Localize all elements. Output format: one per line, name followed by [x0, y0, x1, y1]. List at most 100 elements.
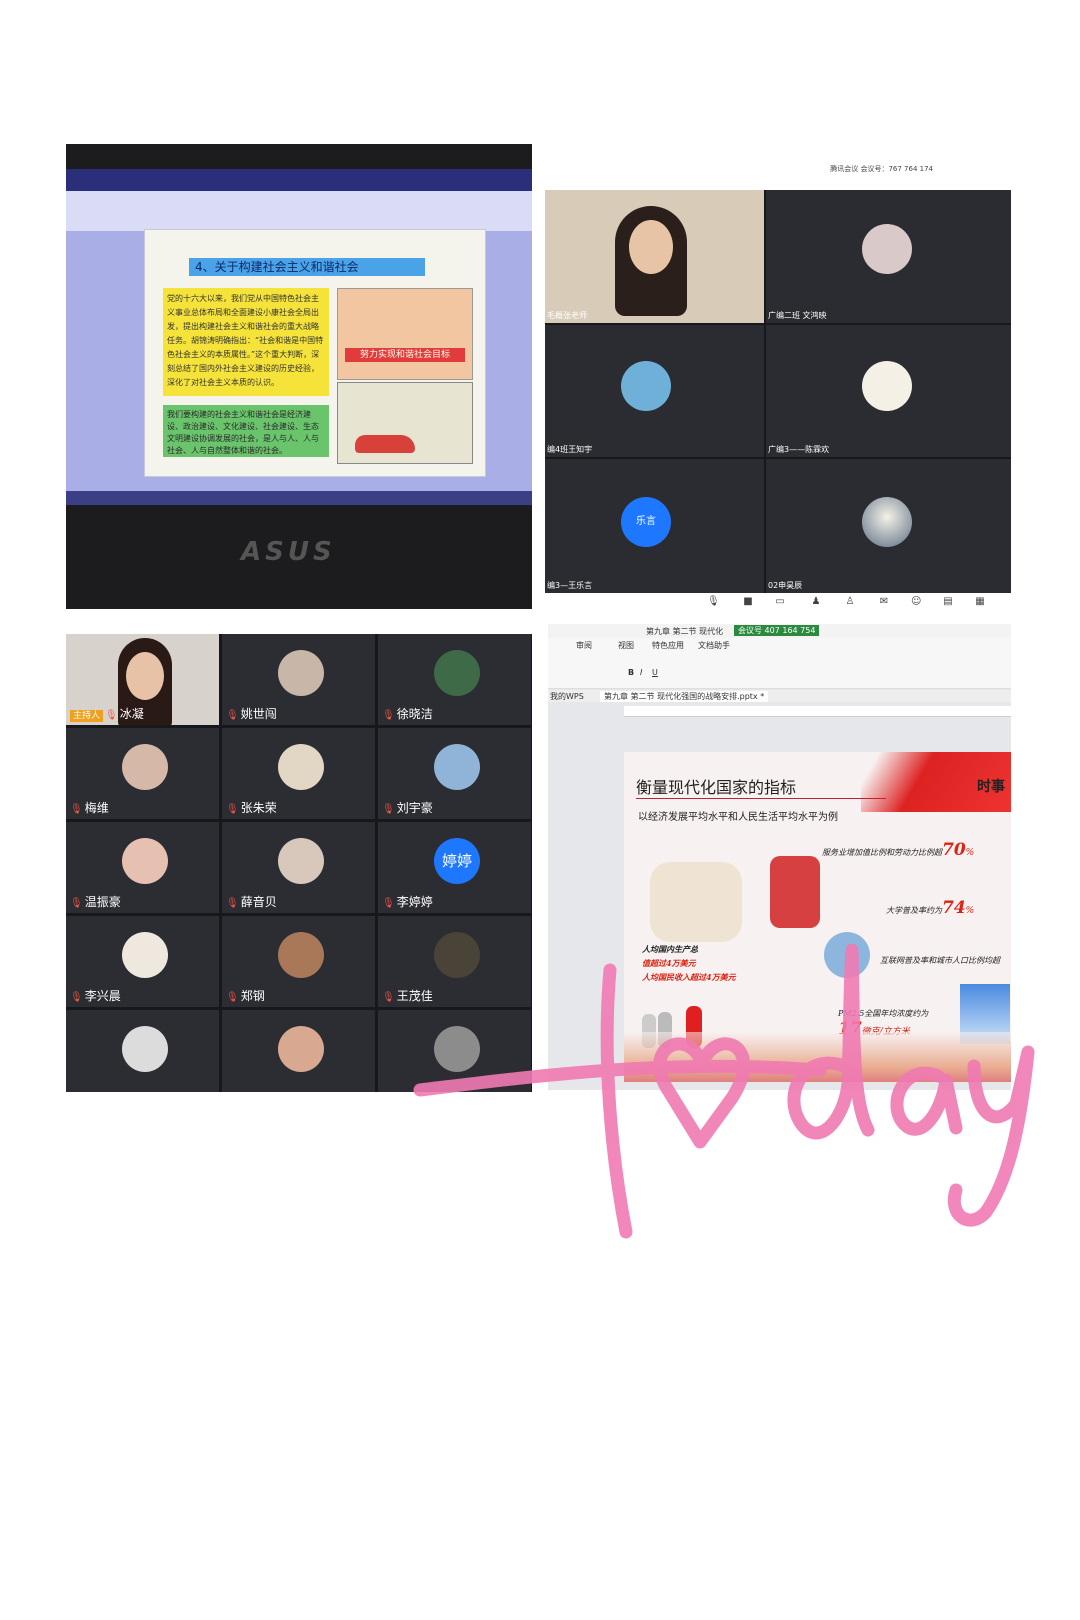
- ribbon-tab[interactable]: 审阅: [576, 640, 592, 651]
- invite-icon[interactable]: ♟: [811, 597, 821, 607]
- laptop-photo-panel: 4、关于构建社会主义和谐社会 党的十六大以来，我们党从中国特色社会主义事业总体布…: [66, 144, 532, 609]
- video-tile[interactable]: 🎙 张朱荣: [222, 728, 375, 819]
- avatar: [862, 361, 912, 411]
- avatar: [278, 744, 324, 790]
- laptop-screen: 4、关于构建社会主义和谐社会 党的十六大以来，我们党从中国特色社会主义事业总体布…: [66, 169, 532, 505]
- avatar: [434, 650, 480, 696]
- video-tile[interactable]: 乐言 编3—王乐言: [545, 459, 764, 593]
- video-tile[interactable]: 毛概张老师: [545, 190, 764, 323]
- ribbon-tab[interactable]: 文档助手: [698, 640, 730, 651]
- reaction-icon[interactable]: ☺: [911, 597, 921, 607]
- meeting-top-bar: [66, 169, 532, 191]
- face: [629, 220, 673, 274]
- participant-name: 🎙 张朱荣: [226, 801, 277, 815]
- cartoon-crowd-image: [337, 288, 473, 380]
- slide-title: 衡量现代化国家的指标: [636, 778, 797, 797]
- mic-icon: 🎙: [105, 710, 118, 721]
- mic-muted-icon: 🎙: [70, 992, 83, 1003]
- video-tile[interactable]: 编4班王知宇: [545, 325, 764, 457]
- slide-title: 4、关于构建社会主义和谐社会: [189, 258, 425, 276]
- video-tile[interactable]: 🎙 梅维: [66, 728, 219, 819]
- apps-icon[interactable]: ▦: [975, 597, 985, 607]
- green-text-box: 我们要构建的社会主义和谐社会是经济建设、政治建设、文化建设、社会建设、生态文明建…: [163, 405, 329, 457]
- avatar: [862, 224, 912, 274]
- participant-name: 🎙 温振豪: [70, 895, 121, 909]
- participant-name: 02申昊辰: [768, 581, 803, 590]
- avatar: [434, 744, 480, 790]
- participant-name: 编3—王乐言: [547, 581, 593, 590]
- members-icon[interactable]: ♙: [845, 597, 855, 607]
- yellow-text-box: 党的十六大以来，我们党从中国特色社会主义事业总体布局和全面建设小康社会全局出发，…: [163, 288, 329, 396]
- doc-tab-home[interactable]: 我的WPS: [550, 691, 584, 702]
- microphone-icon[interactable]: 🎙: [707, 597, 720, 607]
- video-tile[interactable]: [66, 1010, 219, 1092]
- meeting-controls: 🎙 ■ ▭ ♟ ♙ ✉ ☺ ▤ ▦: [545, 593, 1011, 611]
- window-title-bar: 第九章 第二节 现代化 会议号 407 164 754: [548, 624, 1011, 638]
- mic-muted-icon: 🎙: [226, 898, 239, 909]
- video-tile[interactable]: [222, 1010, 375, 1092]
- avatar: [862, 497, 912, 547]
- participant-name: 🎙 刘宇豪: [382, 801, 433, 815]
- participant-name: 毛概张老师: [547, 311, 587, 320]
- ribbon: 审阅 视图 特色应用 文档助手 B I U: [548, 638, 1011, 689]
- video-tile[interactable]: 🎙 徐晓洁: [378, 634, 531, 725]
- italic-button[interactable]: I: [640, 668, 642, 677]
- slide-banner: 努力实现和谐社会目标: [345, 348, 465, 362]
- video-tile[interactable]: 🎙 刘宇豪: [378, 728, 531, 819]
- participant-name: 广编3——陈霖欢: [768, 445, 830, 454]
- avatar: [122, 838, 168, 884]
- mic-muted-icon: 🎙: [382, 710, 395, 721]
- avatar: [122, 1026, 168, 1072]
- participant-name: 主持人 🎙 冰凝: [70, 705, 144, 722]
- video-tile[interactable]: 广编3——陈霖欢: [766, 325, 1011, 457]
- meeting-toolbar: [66, 191, 532, 231]
- today-handwriting: [413, 943, 1035, 1239]
- laptop-logo: ASUS: [241, 537, 336, 567]
- avatar-initials: 乐言: [621, 497, 671, 547]
- slide-logo: 时事: [977, 779, 1005, 795]
- mic-muted-icon: 🎙: [382, 992, 395, 1003]
- stat-service: 服务业增加值比例和劳动力比例超70%: [822, 840, 975, 860]
- video-tile[interactable]: 🎙 温振豪: [66, 822, 219, 913]
- video-tile[interactable]: 主持人 🎙 冰凝: [66, 634, 219, 725]
- doc-tab-active[interactable]: 第九章 第二节 现代化强国的战略安排.pptx *: [600, 691, 769, 702]
- ribbon-tab[interactable]: 特色应用: [652, 640, 684, 651]
- avatar: [278, 932, 324, 978]
- bold-button[interactable]: B: [628, 668, 634, 677]
- video-tile[interactable]: 🎙 郑钢: [222, 916, 375, 1007]
- avatar: [122, 744, 168, 790]
- d-stroke: [787, 943, 875, 1140]
- participant-name: 🎙 姚世闯: [226, 707, 277, 721]
- mic-muted-icon: 🎙: [226, 804, 239, 815]
- participant-name: 🎙 薛音贝: [226, 895, 277, 909]
- participant-name: 🎙 郑钢: [226, 989, 265, 1003]
- host-badge: 主持人: [70, 710, 104, 722]
- heart-stroke: [653, 1037, 751, 1149]
- mic-muted-icon: 🎙: [382, 804, 395, 815]
- chat-icon[interactable]: ✉: [879, 597, 889, 607]
- meeting-grid-panel: 腾讯会议 会议号：767 764 174 毛概张老师 广编二班 文鸿映 编4班王…: [545, 158, 1011, 611]
- underline-button[interactable]: U: [652, 668, 658, 677]
- record-icon[interactable]: ▤: [943, 597, 953, 607]
- camera-icon[interactable]: ■: [743, 597, 753, 607]
- video-grid: 毛概张老师 广编二班 文鸿映 编4班王知宇 广编3——陈霖欢 乐言 编3—王乐言…: [545, 190, 1011, 593]
- video-tile[interactable]: 02申昊辰: [766, 459, 1011, 593]
- participant-name: 编4班王知宇: [547, 445, 593, 454]
- meeting-overlay: 会议号 407 164 754: [734, 625, 820, 636]
- video-tile[interactable]: 🎙 李兴晨: [66, 916, 219, 1007]
- face: [126, 652, 164, 700]
- mic-muted-icon: 🎙: [382, 898, 395, 909]
- mic-muted-icon: 🎙: [226, 992, 239, 1003]
- video-tile[interactable]: 广编二班 文鸿映: [766, 190, 1011, 323]
- avatar: [122, 932, 168, 978]
- t-crossbar: [413, 1059, 827, 1097]
- participant-name: 广编二班 文鸿映: [768, 311, 827, 320]
- ribbon-tab[interactable]: 视图: [618, 640, 634, 651]
- participant-name: 🎙 徐晓洁: [382, 707, 433, 721]
- participant-name: 🎙 李兴晨: [70, 989, 121, 1003]
- avatar: [278, 838, 324, 884]
- slide-subtitle: 以经济发展平均水平和人民生活平均水平为例: [638, 812, 838, 823]
- video-tile[interactable]: 🎙 薛音贝: [222, 822, 375, 913]
- screen-share-icon[interactable]: ▭: [775, 597, 785, 607]
- video-tile[interactable]: 🎙 姚世闯: [222, 634, 375, 725]
